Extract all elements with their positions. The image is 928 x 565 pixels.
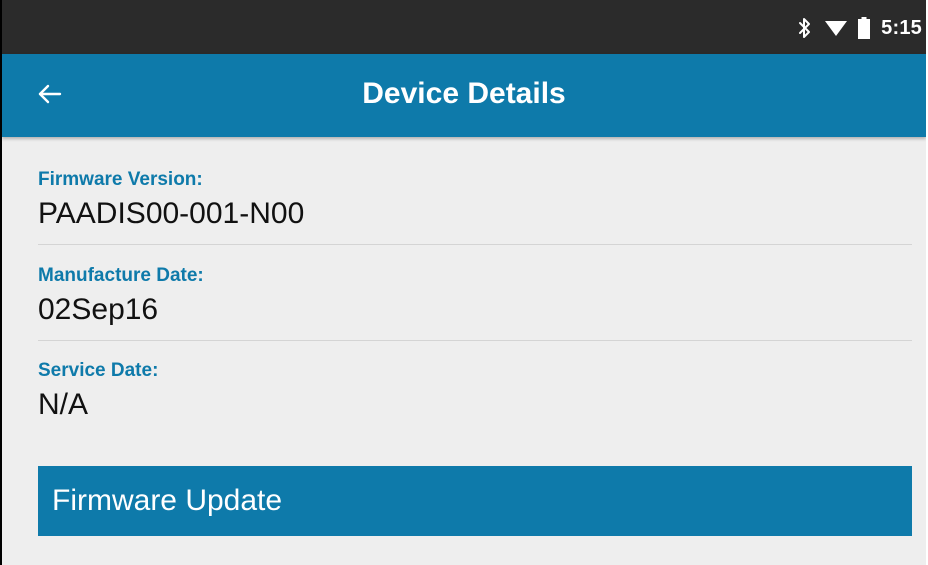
device-screen: 5:15 Device Details Firmware Version: PA… [0, 0, 926, 565]
status-icons: 5:15 [797, 16, 922, 40]
firmware-update-button[interactable]: Firmware Update [38, 466, 912, 536]
status-time: 5:15 [881, 16, 922, 39]
firmware-version-field: Firmware Version: PAADIS00-001-N00 [38, 137, 912, 245]
page-title: Device Details [362, 77, 566, 110]
device-details-list: Firmware Version: PAADIS00-001-N00 Manuf… [38, 137, 912, 430]
status-bar: 5:15 [2, 0, 926, 54]
firmware-version-label: Firmware Version: [38, 169, 203, 190]
service-date-value: N/A [38, 388, 89, 421]
service-date-label: Service Date: [38, 360, 159, 381]
manufacture-date-label: Manufacture Date: [38, 265, 204, 286]
bluetooth-icon [797, 17, 813, 39]
firmware-version-value: PAADIS00-001-N00 [38, 197, 305, 230]
battery-icon [858, 17, 871, 39]
wifi-icon [825, 19, 848, 37]
service-date-field: Service Date: N/A [38, 341, 912, 430]
app-bar: Device Details [2, 54, 926, 137]
manufacture-date-field: Manufacture Date: 02Sep16 [38, 245, 912, 341]
manufacture-date-value: 02Sep16 [38, 293, 159, 326]
